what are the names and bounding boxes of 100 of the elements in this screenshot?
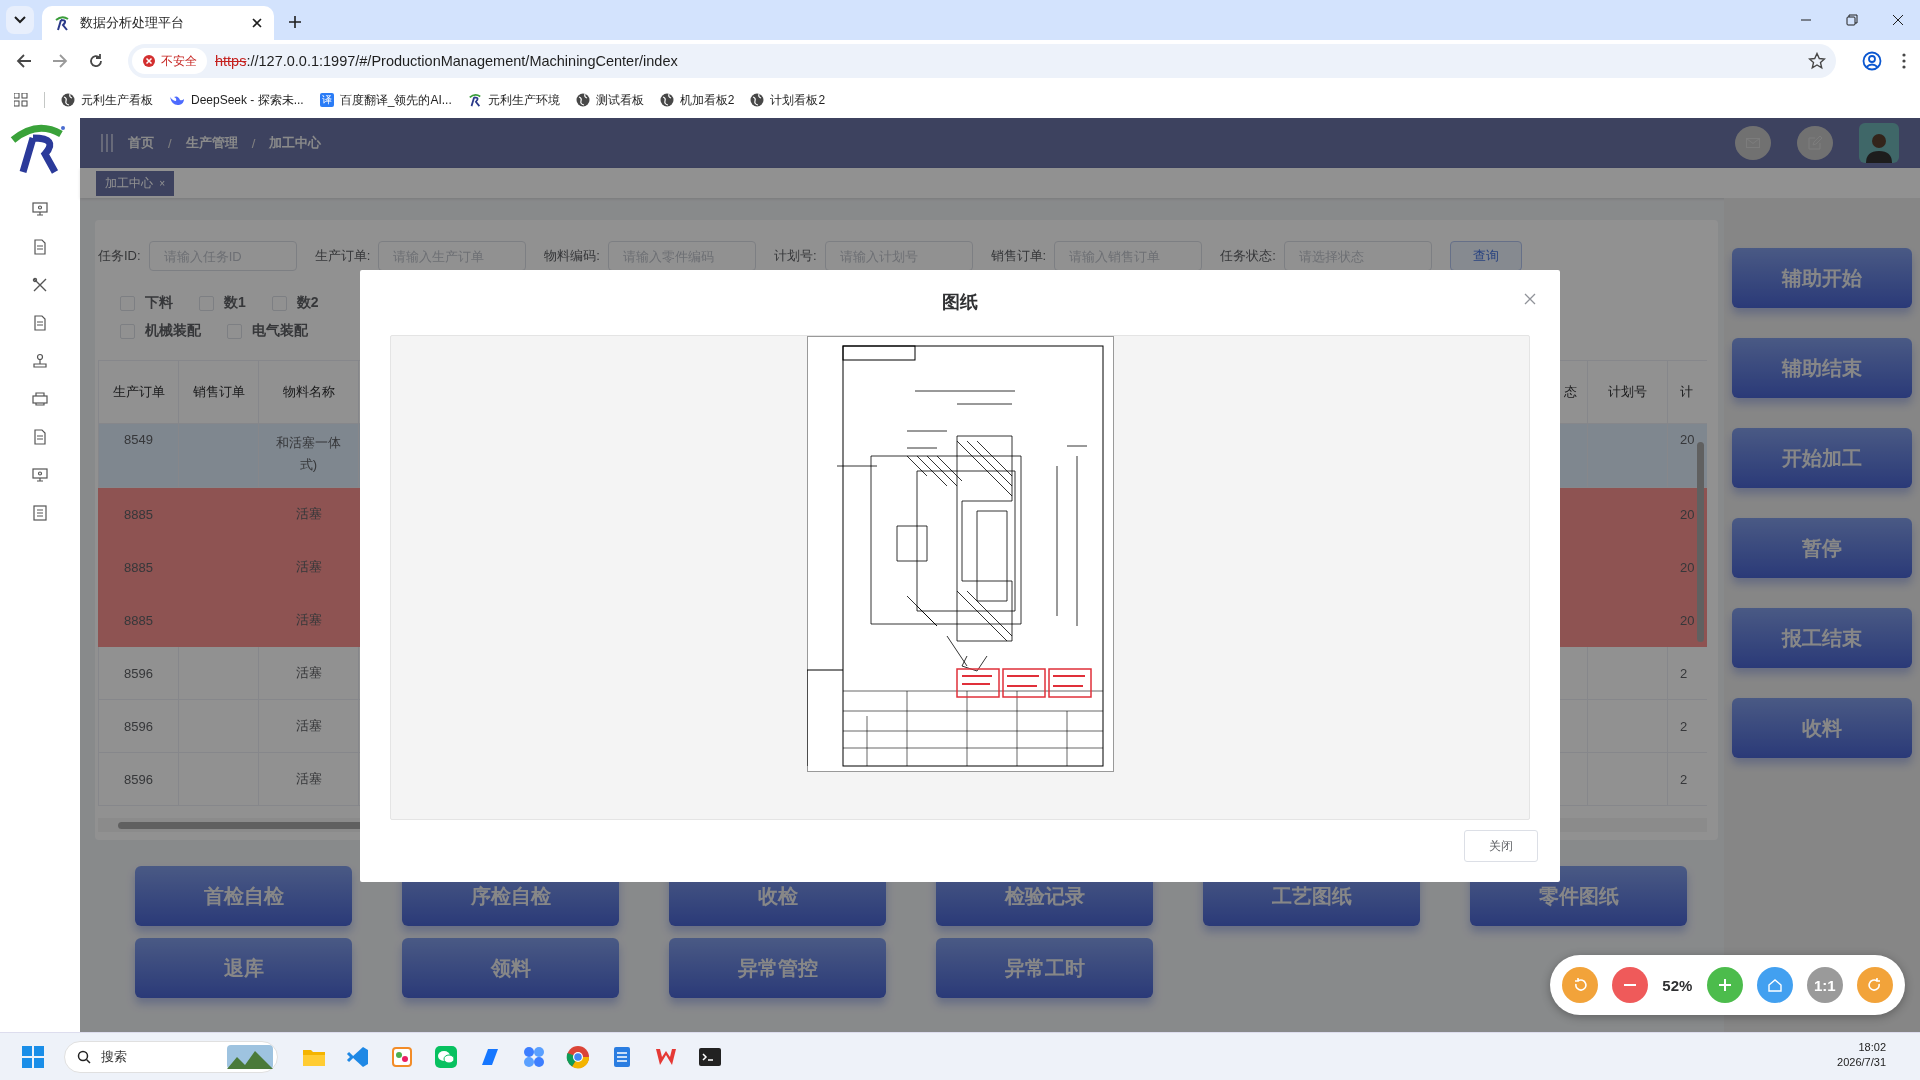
whale-icon bbox=[169, 93, 185, 107]
home-icon[interactable] bbox=[1756, 967, 1793, 1003]
page-tag[interactable]: 加工中心 × bbox=[96, 170, 175, 196]
table-cell: 8885 bbox=[124, 612, 153, 628]
chevron-down-icon[interactable] bbox=[14, 16, 26, 24]
process-checkbox[interactable]: 机械装配 bbox=[120, 322, 201, 340]
stamp-icon[interactable] bbox=[32, 353, 48, 369]
doc-icon[interactable] bbox=[32, 239, 48, 255]
action-button[interactable]: 暂停 bbox=[1732, 518, 1912, 578]
table-cell: 20 bbox=[1680, 432, 1695, 447]
tab-list-button[interactable] bbox=[6, 6, 34, 34]
code-icon[interactable] bbox=[346, 1045, 370, 1069]
action-button[interactable]: 报工结束 bbox=[1732, 608, 1912, 668]
sidebar-toggle-icon[interactable] bbox=[100, 134, 114, 152]
bookmark[interactable]: 元利生产环境 bbox=[467, 91, 560, 109]
address-bar[interactable]: 不安全 https://127.0.0.1:1997/#/ProductionManagement/MachiningCenter/index bbox=[128, 44, 1836, 78]
security-chip[interactable]: 不安全 bbox=[132, 48, 207, 74]
action-button[interactable]: 开始加工 bbox=[1732, 428, 1912, 488]
action-button[interactable]: 退库 bbox=[135, 938, 352, 998]
breadcrumb-item[interactable]: 生产管理 bbox=[185, 134, 238, 152]
table-cell: 8549 bbox=[124, 432, 153, 447]
profile-icon[interactable] bbox=[1862, 51, 1882, 71]
action-button[interactable]: 收料 bbox=[1732, 698, 1912, 758]
bookmark[interactable]: 计划看板2 bbox=[750, 91, 826, 109]
browser-tab[interactable]: 数据分析处理平台 bbox=[42, 6, 274, 40]
bookmark-star-icon[interactable] bbox=[1808, 52, 1826, 70]
process-checkbox[interactable]: 数1 bbox=[199, 294, 246, 312]
table-cell-text: 活塞 bbox=[295, 717, 322, 735]
rotate-right-icon[interactable] bbox=[1856, 967, 1893, 1003]
zoom-in-icon[interactable] bbox=[1706, 967, 1743, 1003]
filter-label: 销售订单: bbox=[990, 247, 1047, 265]
mail-icon[interactable] bbox=[1735, 126, 1771, 160]
list-icon[interactable] bbox=[32, 505, 48, 521]
apps-grid-icon[interactable] bbox=[14, 93, 28, 107]
process-checkbox[interactable]: 数2 bbox=[271, 294, 319, 312]
column-header[interactable]: 生产订单 bbox=[98, 360, 179, 424]
bookmark[interactable]: 元利生产看板 bbox=[61, 91, 153, 109]
breadcrumb-separator: / bbox=[168, 135, 172, 151]
chat-icon[interactable] bbox=[434, 1045, 458, 1069]
process-checkbox[interactable]: 下料 bbox=[120, 294, 173, 312]
filter-label: 生产订单: bbox=[314, 247, 371, 265]
edit-icon[interactable] bbox=[1797, 126, 1833, 160]
bookmark[interactable]: 机加看板2 bbox=[659, 91, 735, 109]
table-cell: 20 bbox=[1680, 506, 1695, 522]
new-tab-icon[interactable] bbox=[288, 15, 302, 29]
breadcrumb-item[interactable]: 加工中心 bbox=[269, 134, 322, 152]
back-icon[interactable] bbox=[16, 53, 32, 69]
clock-time: 18:02 bbox=[1858, 1041, 1886, 1053]
close-button[interactable]: 关闭 bbox=[1464, 830, 1538, 862]
table-cell-text: 活塞 bbox=[295, 664, 322, 682]
zoom-out-icon[interactable] bbox=[1612, 967, 1649, 1003]
logo-icon bbox=[467, 93, 482, 107]
action-button[interactable]: 辅助结束 bbox=[1732, 338, 1912, 398]
browser-icon[interactable] bbox=[566, 1045, 590, 1069]
zoom-level: 52% bbox=[1662, 976, 1693, 994]
globe-icon bbox=[575, 93, 590, 107]
table-cell-text: 活塞 bbox=[295, 558, 322, 576]
column-header[interactable]: 计 bbox=[1667, 360, 1707, 424]
action-button[interactable]: 领料 bbox=[402, 938, 619, 998]
table-cell-text: 活塞 bbox=[295, 611, 322, 629]
url-text: https://127.0.0.1:1997/#/ProductionManagement/MachiningCenter/index bbox=[215, 53, 679, 69]
rotate-left-icon[interactable] bbox=[1562, 967, 1598, 1003]
avatar[interactable] bbox=[1859, 123, 1899, 163]
monitor-icon[interactable] bbox=[32, 467, 48, 483]
bookmark[interactable]: 测试看板 bbox=[575, 91, 644, 109]
column-header[interactable]: 销售订单 bbox=[178, 360, 259, 424]
restore-icon[interactable] bbox=[1846, 14, 1858, 26]
bookmark[interactable]: DeepSeek - 探索未... bbox=[169, 91, 304, 109]
column-header[interactable]: 计划号 bbox=[1587, 360, 1668, 424]
forward-icon[interactable] bbox=[52, 53, 68, 69]
taskbar-search[interactable]: 搜索 bbox=[64, 1041, 278, 1073]
action-button[interactable]: 异常工时 bbox=[936, 938, 1153, 998]
close-icon[interactable] bbox=[1892, 14, 1904, 26]
close-icon[interactable]: × bbox=[159, 177, 166, 189]
process-checkbox[interactable]: 电气装配 bbox=[227, 322, 308, 340]
monitor-icon[interactable] bbox=[32, 201, 48, 217]
printer-icon[interactable] bbox=[32, 391, 48, 407]
doc-icon[interactable] bbox=[32, 315, 48, 331]
breadcrumb-item[interactable]: 首页 bbox=[128, 134, 154, 152]
menu-icon[interactable] bbox=[1902, 53, 1906, 69]
doc-icon[interactable] bbox=[32, 429, 48, 445]
search-button[interactable]: 查询 bbox=[1449, 241, 1522, 271]
bookmark[interactable]: 译 百度翻译_领先的AI... bbox=[319, 91, 452, 109]
translate-icon: 译 bbox=[319, 93, 334, 107]
filter-label: 任务ID: bbox=[98, 247, 141, 265]
action-button[interactable]: 辅助开始 bbox=[1732, 248, 1912, 308]
tab-title: 数据分析处理平台 bbox=[80, 14, 185, 32]
close-icon[interactable] bbox=[252, 18, 262, 28]
reload-icon[interactable] bbox=[88, 53, 104, 69]
filter-label: 任务状态: bbox=[1220, 247, 1276, 265]
logo-icon bbox=[54, 15, 70, 31]
action-button[interactable]: 首检自检 bbox=[135, 866, 352, 926]
column-header[interactable]: 物料名称 bbox=[258, 360, 359, 424]
dialog-title: 图纸 bbox=[941, 291, 979, 314]
actual-size-button[interactable]: 1:1 bbox=[1806, 967, 1843, 1003]
start-icon[interactable] bbox=[22, 1046, 44, 1068]
action-button[interactable]: 异常管控 bbox=[669, 938, 886, 998]
landscape-icon[interactable] bbox=[227, 1045, 273, 1069]
terminal-icon[interactable] bbox=[698, 1045, 722, 1069]
tools-icon[interactable] bbox=[32, 277, 48, 293]
